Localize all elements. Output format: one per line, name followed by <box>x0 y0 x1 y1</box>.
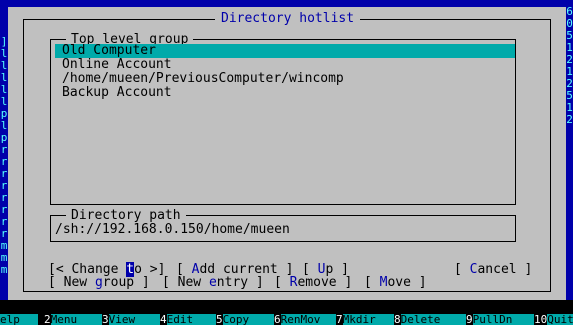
function-key-f1[interactable]: elp <box>0 314 38 325</box>
function-key-label: Edit <box>166 314 219 325</box>
directory-hotlist-dialog: Directory hotlist Top level group Old Co… <box>8 7 566 300</box>
command-line-strip <box>0 300 573 314</box>
function-key-number: 5 <box>216 314 223 325</box>
function-key-label: Delete <box>400 314 469 325</box>
left-panel-edge: ] l l l l l p l p r r r r r r r r m m m <box>0 0 8 310</box>
function-key-label: Mkdir <box>342 314 397 325</box>
directory-path-value: /sh://192.168.0.150/home/mueen <box>55 222 290 237</box>
function-key-f4[interactable]: 4Edit <box>160 314 219 325</box>
panel-top-strip <box>8 0 566 7</box>
move-label: [ <box>364 275 380 290</box>
hotlist-list[interactable]: Old Computer Online Account /home/mueen/… <box>55 44 515 100</box>
function-key-label: View <box>108 314 163 325</box>
function-key-number: 7 <box>336 314 343 325</box>
function-key-label: elp <box>0 314 38 325</box>
move-button[interactable]: [ Move ] <box>364 275 427 290</box>
new-group-button[interactable]: [ New group ] <box>48 275 150 290</box>
right-panel-glyph: 2 <box>566 113 573 126</box>
cancel-button[interactable]: [ Cancel ] <box>454 262 532 277</box>
function-key-number: 9 <box>466 314 473 325</box>
function-key-f3[interactable]: 3View <box>102 314 163 325</box>
function-key-number: 10 <box>534 314 548 325</box>
function-key-number: 2 <box>44 314 51 325</box>
hotlist-item[interactable]: /home/mueen/PreviousComputer/wincomp <box>55 72 515 86</box>
cancel-label-end: ancel ] <box>477 262 533 277</box>
remove-label: [ <box>274 275 290 290</box>
function-key-number: 4 <box>160 314 167 325</box>
function-key-f7[interactable]: 7Mkdir <box>336 314 397 325</box>
new-entry-label-end: ntry ] <box>216 275 264 290</box>
function-key-label: Menu <box>50 314 105 325</box>
move-label-end: ove ] <box>387 275 427 290</box>
dialog-title: Directory hotlist <box>215 11 361 26</box>
new-group-label: [ New <box>48 275 95 290</box>
function-key-f2[interactable]: 2Menu <box>44 314 105 325</box>
path-title: Directory path <box>66 208 186 223</box>
new-group-label-end: roup ] <box>102 275 150 290</box>
function-key-f8[interactable]: 8Delete <box>394 314 469 325</box>
function-key-f5[interactable]: 5Copy <box>216 314 277 325</box>
function-key-f10[interactable]: 10Quit <box>534 314 573 325</box>
new-entry-hotkey: e <box>208 275 217 290</box>
remove-button[interactable]: [ Remove ] <box>274 275 352 290</box>
function-key-f9[interactable]: 9PullDn <box>466 314 537 325</box>
function-key-f6[interactable]: 6RenMov <box>274 314 339 325</box>
function-key-number: 8 <box>394 314 401 325</box>
new-entry-button[interactable]: [ New entry ] <box>162 275 264 290</box>
function-key-bar: elp 2Menu 3View 4Edit 5Copy 6RenMov 7Mkdir 8Del… <box>0 314 573 325</box>
hotlist-item[interactable]: Online Account <box>55 58 515 72</box>
left-panel-glyph: m <box>0 263 8 276</box>
right-panel-edge: 6051212512 <box>566 0 573 310</box>
function-key-label: RenMov <box>280 314 339 325</box>
function-key-label: Quit <box>547 314 573 325</box>
function-key-number: 3 <box>102 314 109 325</box>
cancel-label: [ <box>454 262 470 277</box>
new-entry-label: [ New <box>162 275 209 290</box>
hotlist-item[interactable]: Backup Account <box>55 86 515 100</box>
hotlist-item[interactable]: Old Computer <box>55 44 515 58</box>
remove-label-end: emove ] <box>297 275 353 290</box>
function-key-label: PullDn <box>472 314 537 325</box>
new-group-hotkey: g <box>94 275 103 290</box>
function-key-number: 6 <box>274 314 281 325</box>
function-key-label: Copy <box>222 314 277 325</box>
